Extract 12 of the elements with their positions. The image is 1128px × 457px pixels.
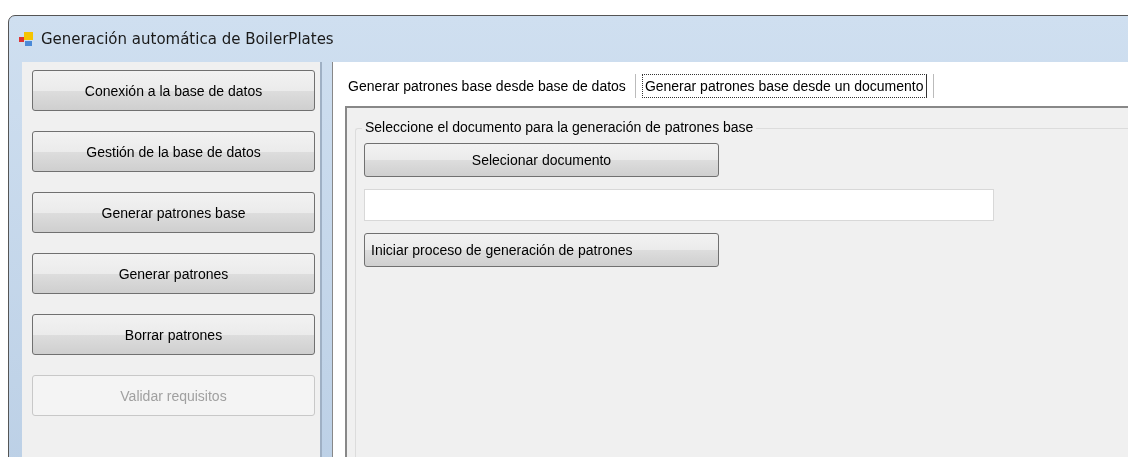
sidebar-button[interactable]: Generar patrones base — [32, 192, 315, 233]
input-field[interactable] — [364, 189, 994, 221]
window-title: Generación automática de BoilerPlates — [41, 30, 334, 48]
app-icon — [19, 32, 33, 46]
sidebar-button[interactable]: Borrar patrones — [32, 314, 315, 355]
select-document-button[interactable]: Selecionar documento — [364, 143, 719, 177]
sidebar-button[interactable]: Generar patrones — [32, 253, 315, 294]
group-legend: Seleccione el documento para la generación de patrones base — [362, 119, 757, 135]
sidebar-button[interactable]: Conexión a la base de datos — [32, 70, 315, 111]
tab[interactable]: Generar patrones base desde un documento — [641, 74, 927, 98]
start-process-button[interactable]: Iniciar proceso de generación de patrones — [364, 233, 719, 267]
sidebar-button[interactable]: Gestión de la base de datos — [32, 131, 315, 172]
